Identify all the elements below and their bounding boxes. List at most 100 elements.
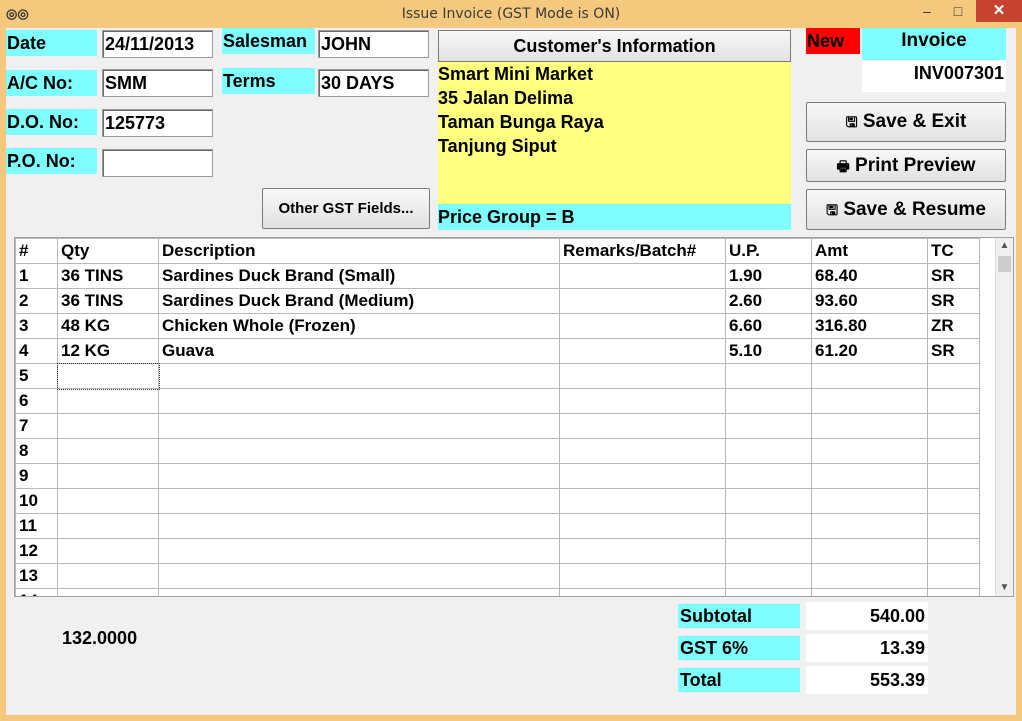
save-exit-button[interactable]: 🖫 Save & Exit (806, 102, 1006, 142)
tax-code-cell[interactable]: SR (927, 288, 980, 314)
tax-code-cell[interactable]: SR (927, 263, 980, 289)
description-cell[interactable]: Sardines Duck Brand (Small) (158, 263, 560, 289)
tax-code-cell[interactable] (927, 463, 980, 489)
table-row[interactable]: 8 (15, 438, 980, 464)
qty-cell[interactable]: 12 KG (57, 338, 159, 364)
ac-no-field[interactable]: SMM (102, 69, 213, 97)
remarks-cell[interactable] (559, 313, 726, 339)
remarks-cell[interactable] (559, 538, 726, 564)
tax-code-cell[interactable] (927, 538, 980, 564)
unit-price-cell[interactable]: 5.10 (725, 338, 812, 364)
scroll-up-icon[interactable]: ▲ (998, 240, 1011, 252)
description-cell[interactable] (158, 363, 560, 389)
amount-cell[interactable]: 61.20 (811, 338, 928, 364)
description-cell[interactable]: Sardines Duck Brand (Medium) (158, 288, 560, 314)
amount-cell[interactable] (811, 563, 928, 589)
description-cell[interactable] (158, 538, 560, 564)
close-button[interactable]: ✕ (976, 0, 1022, 22)
invoice-items-grid[interactable]: # Qty Description Remarks/Batch# U.P. Am… (14, 237, 1014, 597)
amount-cell[interactable]: 93.60 (811, 288, 928, 314)
qty-cell[interactable] (57, 388, 159, 414)
qty-cell[interactable] (57, 488, 159, 514)
unit-price-cell[interactable] (725, 563, 812, 589)
tax-code-cell[interactable] (927, 513, 980, 539)
tax-code-cell[interactable] (927, 588, 980, 596)
table-row[interactable]: 11 (15, 513, 980, 539)
table-row[interactable]: 9 (15, 463, 980, 489)
amount-cell[interactable]: 316.80 (811, 313, 928, 339)
description-cell[interactable] (158, 588, 560, 596)
qty-cell[interactable]: 36 TINS (57, 263, 159, 289)
table-row[interactable]: 1 36 TINS Sardines Duck Brand (Small) 1.90 6… (15, 263, 980, 289)
tax-code-cell[interactable] (927, 363, 980, 389)
date-field[interactable]: 24/11/2013 (102, 30, 213, 58)
grid-scrollbar[interactable]: ▲ ▼ (995, 238, 1013, 596)
qty-cell[interactable] (57, 438, 159, 464)
remarks-cell[interactable] (559, 488, 726, 514)
tax-code-cell[interactable] (927, 563, 980, 589)
po-no-field[interactable] (102, 149, 213, 177)
table-row[interactable]: 5 (15, 362, 980, 390)
terms-field[interactable]: 30 DAYS (318, 69, 429, 97)
remarks-cell[interactable] (559, 263, 726, 289)
table-row[interactable]: 4 12 KG Guava 5.10 61.20 SR (15, 338, 980, 364)
description-cell[interactable] (158, 413, 560, 439)
col-header-amount[interactable]: Amt (811, 238, 928, 264)
unit-price-cell[interactable] (725, 413, 812, 439)
tax-code-cell[interactable] (927, 438, 980, 464)
remarks-cell[interactable] (559, 338, 726, 364)
unit-price-cell[interactable] (725, 463, 812, 489)
amount-cell[interactable] (811, 588, 928, 596)
col-header-qty[interactable]: Qty (57, 238, 159, 264)
qty-cell[interactable] (57, 413, 159, 439)
table-row[interactable]: 13 (15, 563, 980, 589)
description-cell[interactable] (158, 463, 560, 489)
qty-cell[interactable] (57, 463, 159, 489)
maximize-button[interactable]: □ (943, 0, 973, 22)
scroll-down-icon[interactable]: ▼ (998, 582, 1011, 594)
do-no-field[interactable]: 125773 (102, 109, 213, 137)
description-cell[interactable]: Guava (158, 338, 560, 364)
remarks-cell[interactable] (559, 438, 726, 464)
remarks-cell[interactable] (559, 588, 726, 596)
unit-price-cell[interactable]: 6.60 (725, 313, 812, 339)
description-cell[interactable] (158, 513, 560, 539)
unit-price-cell[interactable]: 2.60 (725, 288, 812, 314)
col-header-unit-price[interactable]: U.P. (725, 238, 812, 264)
scroll-thumb[interactable] (998, 256, 1011, 272)
table-row[interactable]: 7 (15, 413, 980, 439)
remarks-cell[interactable] (559, 288, 726, 314)
col-header-remarks[interactable]: Remarks/Batch# (559, 238, 726, 264)
qty-cell[interactable] (57, 588, 159, 596)
description-cell[interactable]: Chicken Whole (Frozen) (158, 313, 560, 339)
table-row[interactable]: 14 (15, 588, 980, 596)
amount-cell[interactable] (811, 438, 928, 464)
description-cell[interactable] (158, 438, 560, 464)
other-gst-fields-button[interactable]: Other GST Fields... (262, 188, 430, 229)
table-row[interactable]: 12 (15, 538, 980, 564)
amount-cell[interactable] (811, 413, 928, 439)
description-cell[interactable] (158, 563, 560, 589)
unit-price-cell[interactable] (725, 538, 812, 564)
unit-price-cell[interactable] (725, 363, 812, 389)
amount-cell[interactable] (811, 513, 928, 539)
col-header-tax-code[interactable]: TC (927, 238, 980, 264)
save-resume-button[interactable]: 🖫 Save & Resume (806, 189, 1006, 230)
qty-cell[interactable] (57, 538, 159, 564)
remarks-cell[interactable] (559, 363, 726, 389)
remarks-cell[interactable] (559, 463, 726, 489)
remarks-cell[interactable] (559, 563, 726, 589)
tax-code-cell[interactable] (927, 413, 980, 439)
amount-cell[interactable] (811, 538, 928, 564)
qty-cell[interactable] (57, 513, 159, 539)
remarks-cell[interactable] (559, 513, 726, 539)
amount-cell[interactable] (811, 463, 928, 489)
unit-price-cell[interactable] (725, 588, 812, 596)
unit-price-cell[interactable] (725, 438, 812, 464)
qty-cell[interactable]: 48 KG (57, 313, 159, 339)
salesman-field[interactable]: JOHN (318, 30, 429, 58)
description-cell[interactable] (158, 388, 560, 414)
table-row[interactable]: 2 36 TINS Sardines Duck Brand (Medium) 2.60… (15, 288, 980, 314)
table-row[interactable]: 3 48 KG Chicken Whole (Frozen) 6.60 316.80 ZR (15, 313, 980, 339)
remarks-cell[interactable] (559, 413, 726, 439)
